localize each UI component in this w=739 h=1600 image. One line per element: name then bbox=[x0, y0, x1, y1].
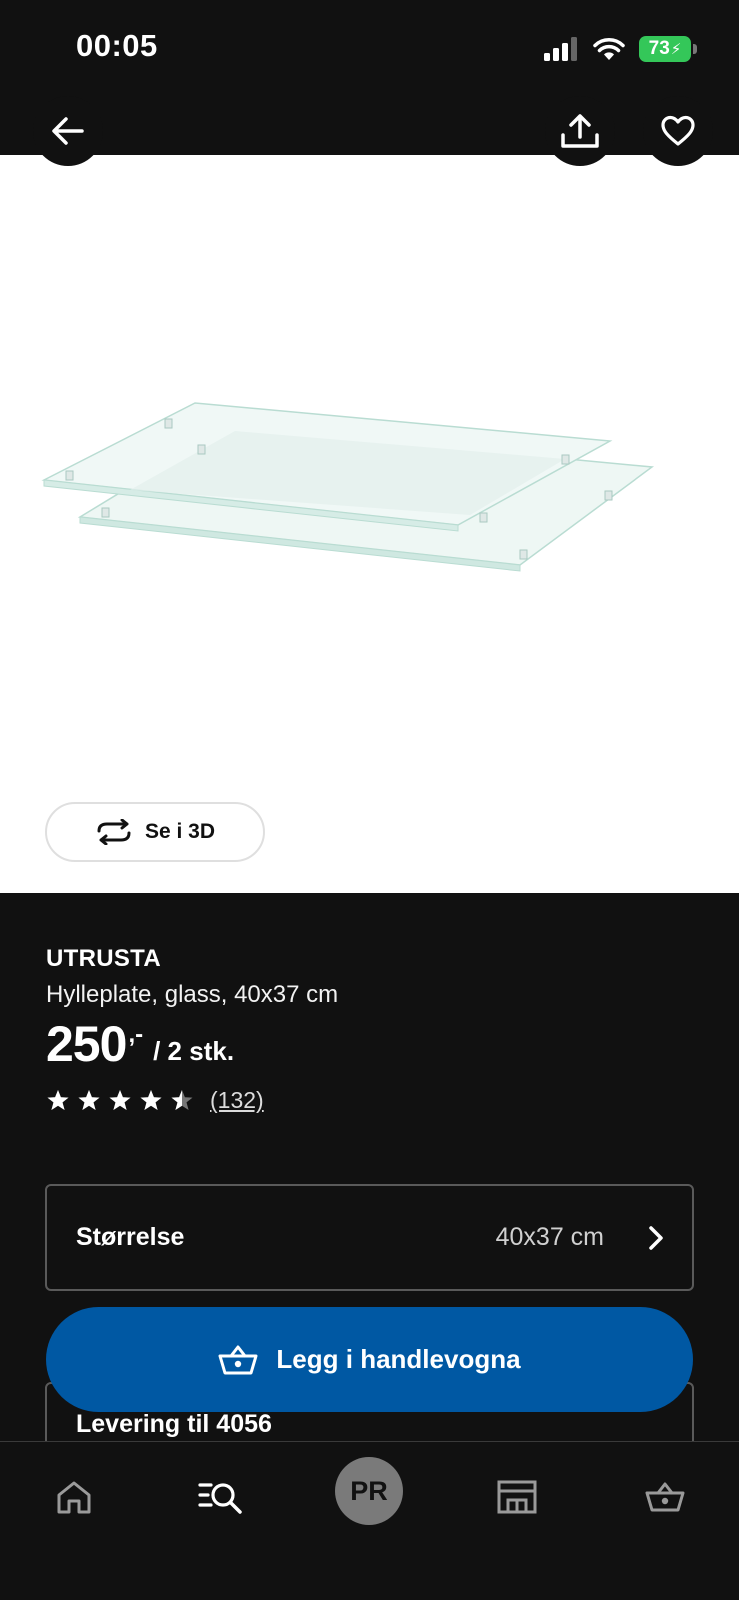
shopping-basket-icon bbox=[218, 1345, 258, 1374]
status-icons: 73 ⚡ bbox=[543, 35, 697, 63]
status-bar: 00:05 73 ⚡ bbox=[0, 0, 739, 100]
view-in-3d-button[interactable]: Se i 3D bbox=[45, 802, 265, 862]
rotate-3d-icon bbox=[97, 819, 131, 845]
star-full-icon bbox=[47, 1090, 69, 1110]
star-half-icon bbox=[171, 1090, 193, 1110]
price-value: 250 bbox=[46, 1016, 127, 1072]
add-to-cart-label: Legg i handlevogna bbox=[276, 1344, 521, 1374]
product-brand: UTRUSTA bbox=[46, 945, 161, 972]
battery-indicator: 73 ⚡ bbox=[639, 36, 697, 62]
shopping-basket-icon bbox=[645, 1482, 685, 1512]
back-button[interactable] bbox=[33, 96, 103, 166]
price-row: 250 ,- / 2 stk. bbox=[46, 1019, 696, 1069]
star-full-icon bbox=[109, 1090, 131, 1110]
profile-avatar[interactable]: PR bbox=[335, 1457, 403, 1525]
favorite-button[interactable] bbox=[643, 96, 713, 166]
tab-home[interactable] bbox=[39, 1462, 109, 1532]
tab-stores[interactable] bbox=[482, 1462, 552, 1532]
store-icon bbox=[497, 1480, 537, 1514]
review-count-link[interactable]: (132) bbox=[210, 1087, 264, 1114]
chevron-right-icon bbox=[649, 1225, 663, 1250]
wifi-icon bbox=[593, 38, 625, 60]
tab-search[interactable] bbox=[186, 1462, 256, 1532]
delivery-label: Levering til 4056 bbox=[76, 1410, 272, 1438]
product-description: Hylleplate, glass, 40x37 cm bbox=[46, 981, 339, 1008]
cellular-signal-icon bbox=[544, 37, 577, 61]
share-icon bbox=[561, 114, 599, 148]
charging-bolt-icon: ⚡ bbox=[670, 41, 682, 58]
arrow-left-icon bbox=[52, 117, 84, 145]
rating-row[interactable]: (132) bbox=[46, 1087, 696, 1114]
top-nav-bar bbox=[0, 100, 739, 155]
product-image-area[interactable]: Se i 3D bbox=[0, 155, 739, 893]
status-time: 00:05 bbox=[76, 28, 158, 63]
heart-icon bbox=[661, 115, 695, 146]
size-label: Størrelse bbox=[76, 1223, 185, 1251]
star-rating bbox=[46, 1089, 194, 1112]
bottom-tab-bar: PR bbox=[0, 1441, 739, 1600]
star-full-icon bbox=[140, 1090, 162, 1110]
home-icon bbox=[57, 1481, 91, 1514]
search-icon bbox=[198, 1483, 242, 1514]
add-to-cart-button[interactable]: Legg i handlevogna bbox=[46, 1307, 693, 1412]
price-unit: / 2 stk. bbox=[153, 1036, 235, 1066]
tab-cart[interactable] bbox=[630, 1462, 700, 1532]
share-button[interactable] bbox=[545, 96, 615, 166]
product-image bbox=[41, 402, 655, 572]
star-full-icon bbox=[78, 1090, 100, 1110]
size-selector[interactable]: Størrelse 40x37 cm bbox=[45, 1184, 694, 1291]
size-value: 40x37 cm bbox=[495, 1223, 604, 1251]
battery-level: 73 bbox=[648, 38, 670, 59]
product-info: UTRUSTA Hylleplate, glass, 40x37 cm 250 … bbox=[46, 945, 696, 1114]
price-suffix: ,- bbox=[128, 1021, 144, 1048]
view-in-3d-label: Se i 3D bbox=[144, 820, 216, 843]
